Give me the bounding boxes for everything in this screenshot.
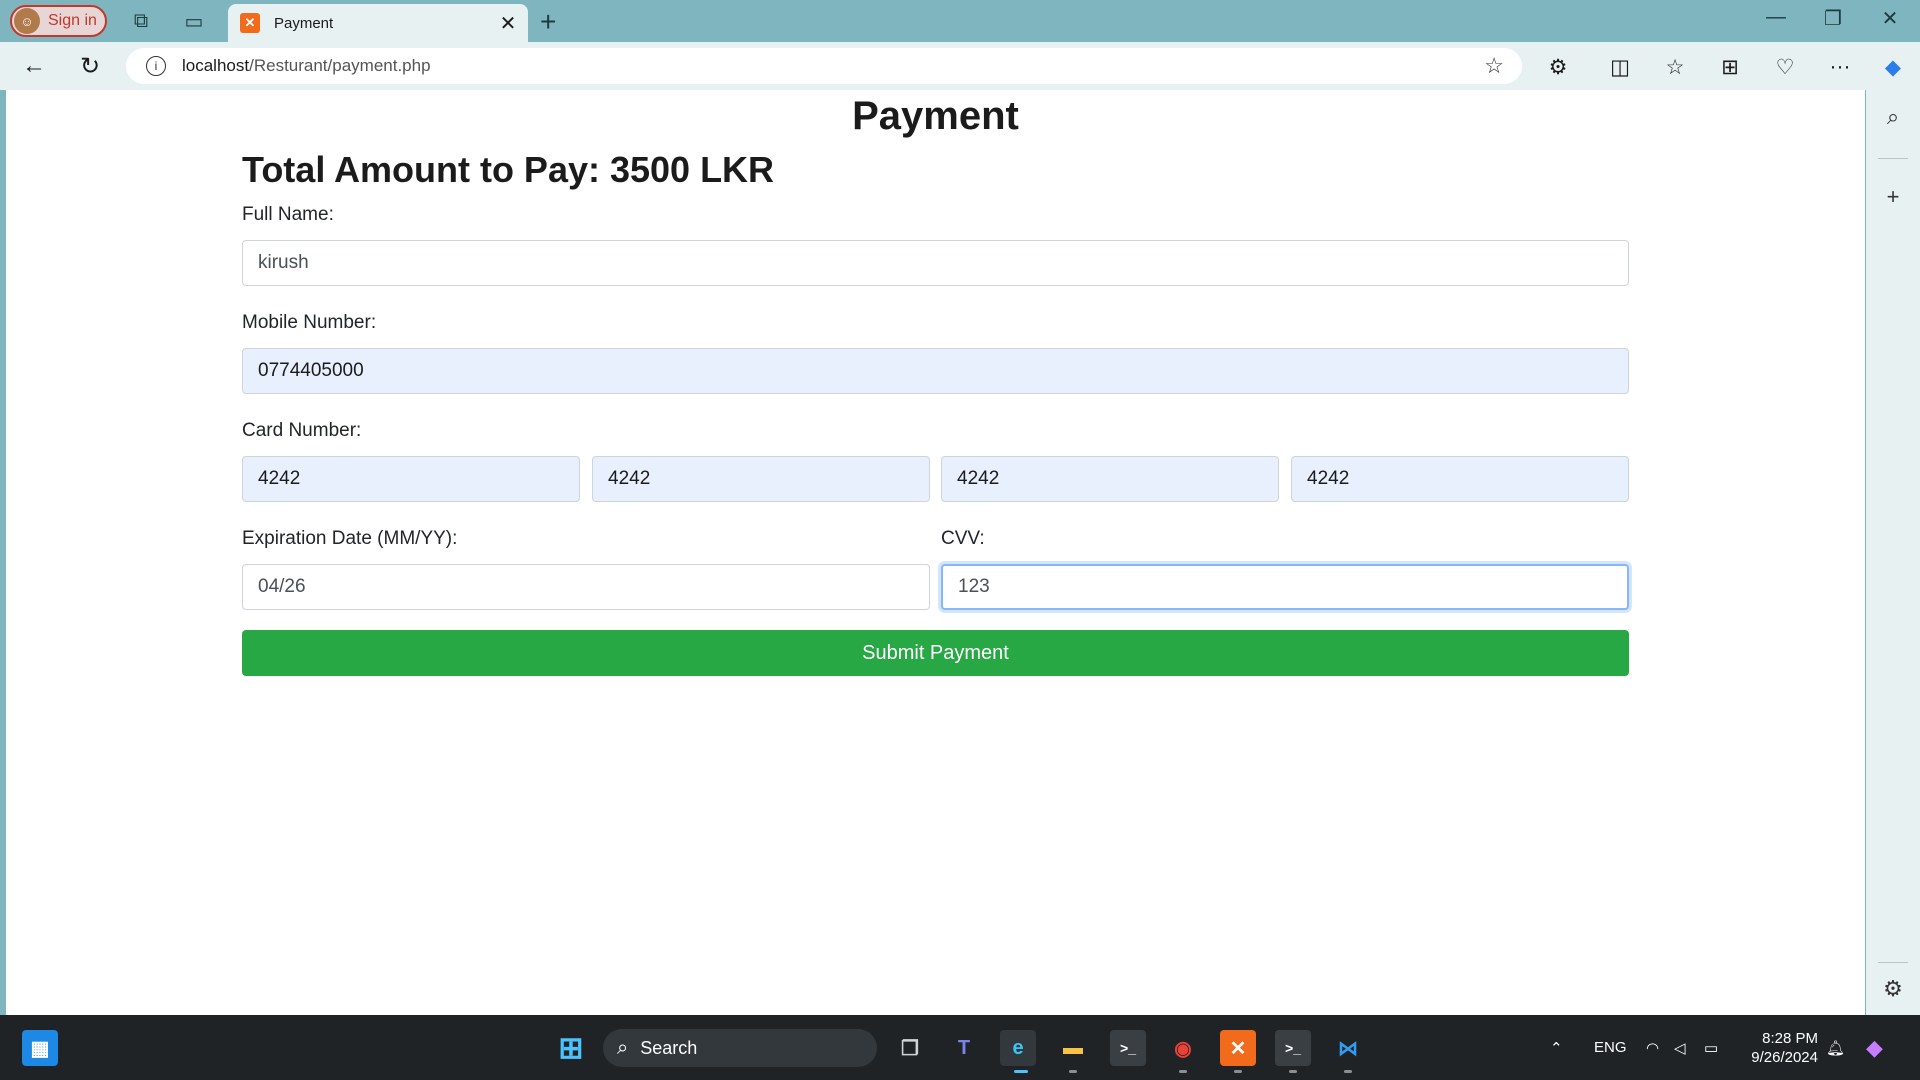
window-close-icon[interactable]: ✕	[1870, 6, 1910, 31]
tab-payment[interactable]: ✕ Payment ✕	[228, 4, 528, 42]
address-bar[interactable]: i localhost/Resturant/payment.php ☆	[126, 48, 1522, 84]
sidebar-settings-icon[interactable]: ⚙	[1866, 976, 1920, 1002]
extensions-icon[interactable]: ⚙	[1542, 52, 1574, 82]
card-number-label: Card Number:	[242, 420, 362, 441]
windows-taskbar: ▦ ⊞ ⌕ Search ❐ T e ▬ >_ ◉ ✕ >_ ⋈ ⌃ ENG ◠…	[0, 1015, 1920, 1080]
url-path: /Resturant/payment.php	[249, 56, 431, 75]
mobile-number-label: Mobile Number:	[242, 312, 377, 333]
more-options-icon[interactable]: ···	[1824, 52, 1856, 82]
language-indicator[interactable]: ENG	[1594, 1015, 1627, 1080]
submit-payment-button[interactable]: Submit Payment	[242, 630, 1629, 676]
browser-toolbar: ← ↻ i localhost/Resturant/payment.php ☆ …	[0, 42, 1920, 90]
card-number-part-2-input[interactable]	[592, 456, 930, 502]
cvv-input[interactable]	[941, 564, 1629, 610]
refresh-icon[interactable]: ↻	[74, 50, 106, 82]
clock-date: 9/26/2024	[1751, 1049, 1818, 1066]
clock-time: 8:28 PM	[1762, 1030, 1818, 1047]
mobile-number-input[interactable]	[242, 348, 1629, 394]
sign-in-button[interactable]: ☺ Sign in	[10, 5, 107, 37]
vscode-icon[interactable]: ⋈	[1330, 1030, 1366, 1066]
favorite-star-icon[interactable]: ☆	[1484, 53, 1504, 79]
tab-actions-icon[interactable]: ▭	[181, 8, 207, 34]
url-host: localhost	[182, 56, 250, 75]
edge-icon[interactable]: e	[1000, 1030, 1036, 1066]
sidebar-divider	[1878, 962, 1908, 963]
search-label: Search	[640, 1037, 698, 1058]
battery-icon[interactable]: ▭	[1704, 1015, 1718, 1080]
profile-avatar-icon: ☺	[14, 8, 40, 34]
restore-icon[interactable]: ❐	[1813, 6, 1853, 31]
sidebar-divider	[1878, 158, 1908, 159]
wifi-icon[interactable]: ◠	[1646, 1015, 1659, 1080]
card-number-part-4-input[interactable]	[1291, 456, 1629, 502]
site-info-icon[interactable]: i	[146, 56, 166, 76]
start-icon[interactable]: ⊞	[553, 1030, 589, 1066]
xampp-favicon-icon: ✕	[240, 13, 260, 33]
back-icon[interactable]: ←	[18, 50, 50, 82]
copilot-taskbar-icon[interactable]: ◆	[1866, 1015, 1883, 1080]
tab-title: Payment	[274, 14, 334, 32]
clock[interactable]: 8:28 PM 9/26/2024	[1740, 1029, 1818, 1067]
taskbar-search[interactable]: ⌕ Search	[603, 1029, 877, 1067]
page-content: Payment Total Amount to Pay: 3500 LKR Fu…	[6, 90, 1865, 1015]
tray-overflow-icon[interactable]: ⌃	[1550, 1015, 1563, 1080]
xampp-running-indicator	[1234, 1070, 1242, 1073]
search-icon: ⌕	[617, 1036, 629, 1059]
browser-essentials-icon[interactable]: ♡	[1769, 52, 1801, 82]
card-number-part-3-input[interactable]	[941, 456, 1279, 502]
browser-sidebar: ⌕ + ⚙	[1866, 90, 1920, 1015]
browser-tab-bar: ☺ Sign in ⧉ ▭ ✕ Payment ✕ + — ❐ ✕	[0, 0, 1920, 42]
task-view-icon[interactable]: ❐	[892, 1030, 928, 1066]
terminal-icon[interactable]: >_	[1110, 1030, 1146, 1066]
chrome-icon[interactable]: ◉	[1165, 1030, 1201, 1066]
sidebar-add-icon[interactable]: +	[1866, 184, 1920, 210]
teams-icon[interactable]: T	[946, 1030, 982, 1066]
xampp-icon[interactable]: ✕	[1220, 1030, 1256, 1066]
edge-active-indicator	[1014, 1070, 1028, 1073]
new-tab-icon[interactable]: +	[540, 6, 556, 38]
full-name-label: Full Name:	[242, 204, 334, 225]
expiration-date-label: Expiration Date (MM/YY):	[242, 528, 458, 549]
widgets-icon[interactable]: ▦	[22, 1030, 58, 1066]
minimize-icon[interactable]: —	[1756, 6, 1796, 29]
full-name-input[interactable]	[242, 240, 1629, 286]
cvv-label: CVV:	[941, 528, 985, 549]
workspaces-icon[interactable]: ⧉	[128, 8, 154, 34]
total-amount-heading: Total Amount to Pay: 3500 LKR	[242, 149, 775, 190]
copilot-icon[interactable]: ◆	[1877, 52, 1909, 82]
sign-in-label: Sign in	[48, 12, 97, 29]
volume-icon[interactable]: ◁	[1674, 1015, 1686, 1080]
explorer-running-indicator	[1069, 1070, 1077, 1073]
favorites-icon[interactable]: ☆	[1659, 52, 1691, 82]
vscode-running-indicator	[1344, 1070, 1352, 1073]
card-number-part-1-input[interactable]	[242, 456, 580, 502]
collections-icon[interactable]: ⊞	[1714, 52, 1746, 82]
tab-close-icon[interactable]: ✕	[496, 11, 520, 36]
split-screen-icon[interactable]: ◫	[1604, 52, 1636, 82]
cmd-running-indicator	[1289, 1070, 1297, 1073]
file-explorer-icon[interactable]: ▬	[1055, 1030, 1091, 1066]
notifications-icon[interactable]: 🔔︎	[1826, 1015, 1845, 1080]
url-text[interactable]: localhost/Resturant/payment.php	[182, 56, 431, 76]
sidebar-search-icon[interactable]: ⌕	[1866, 104, 1920, 130]
command-prompt-icon[interactable]: >_	[1275, 1030, 1311, 1066]
page-title: Payment	[852, 94, 1019, 138]
expiration-date-input[interactable]	[242, 564, 930, 610]
chrome-running-indicator	[1179, 1070, 1187, 1073]
